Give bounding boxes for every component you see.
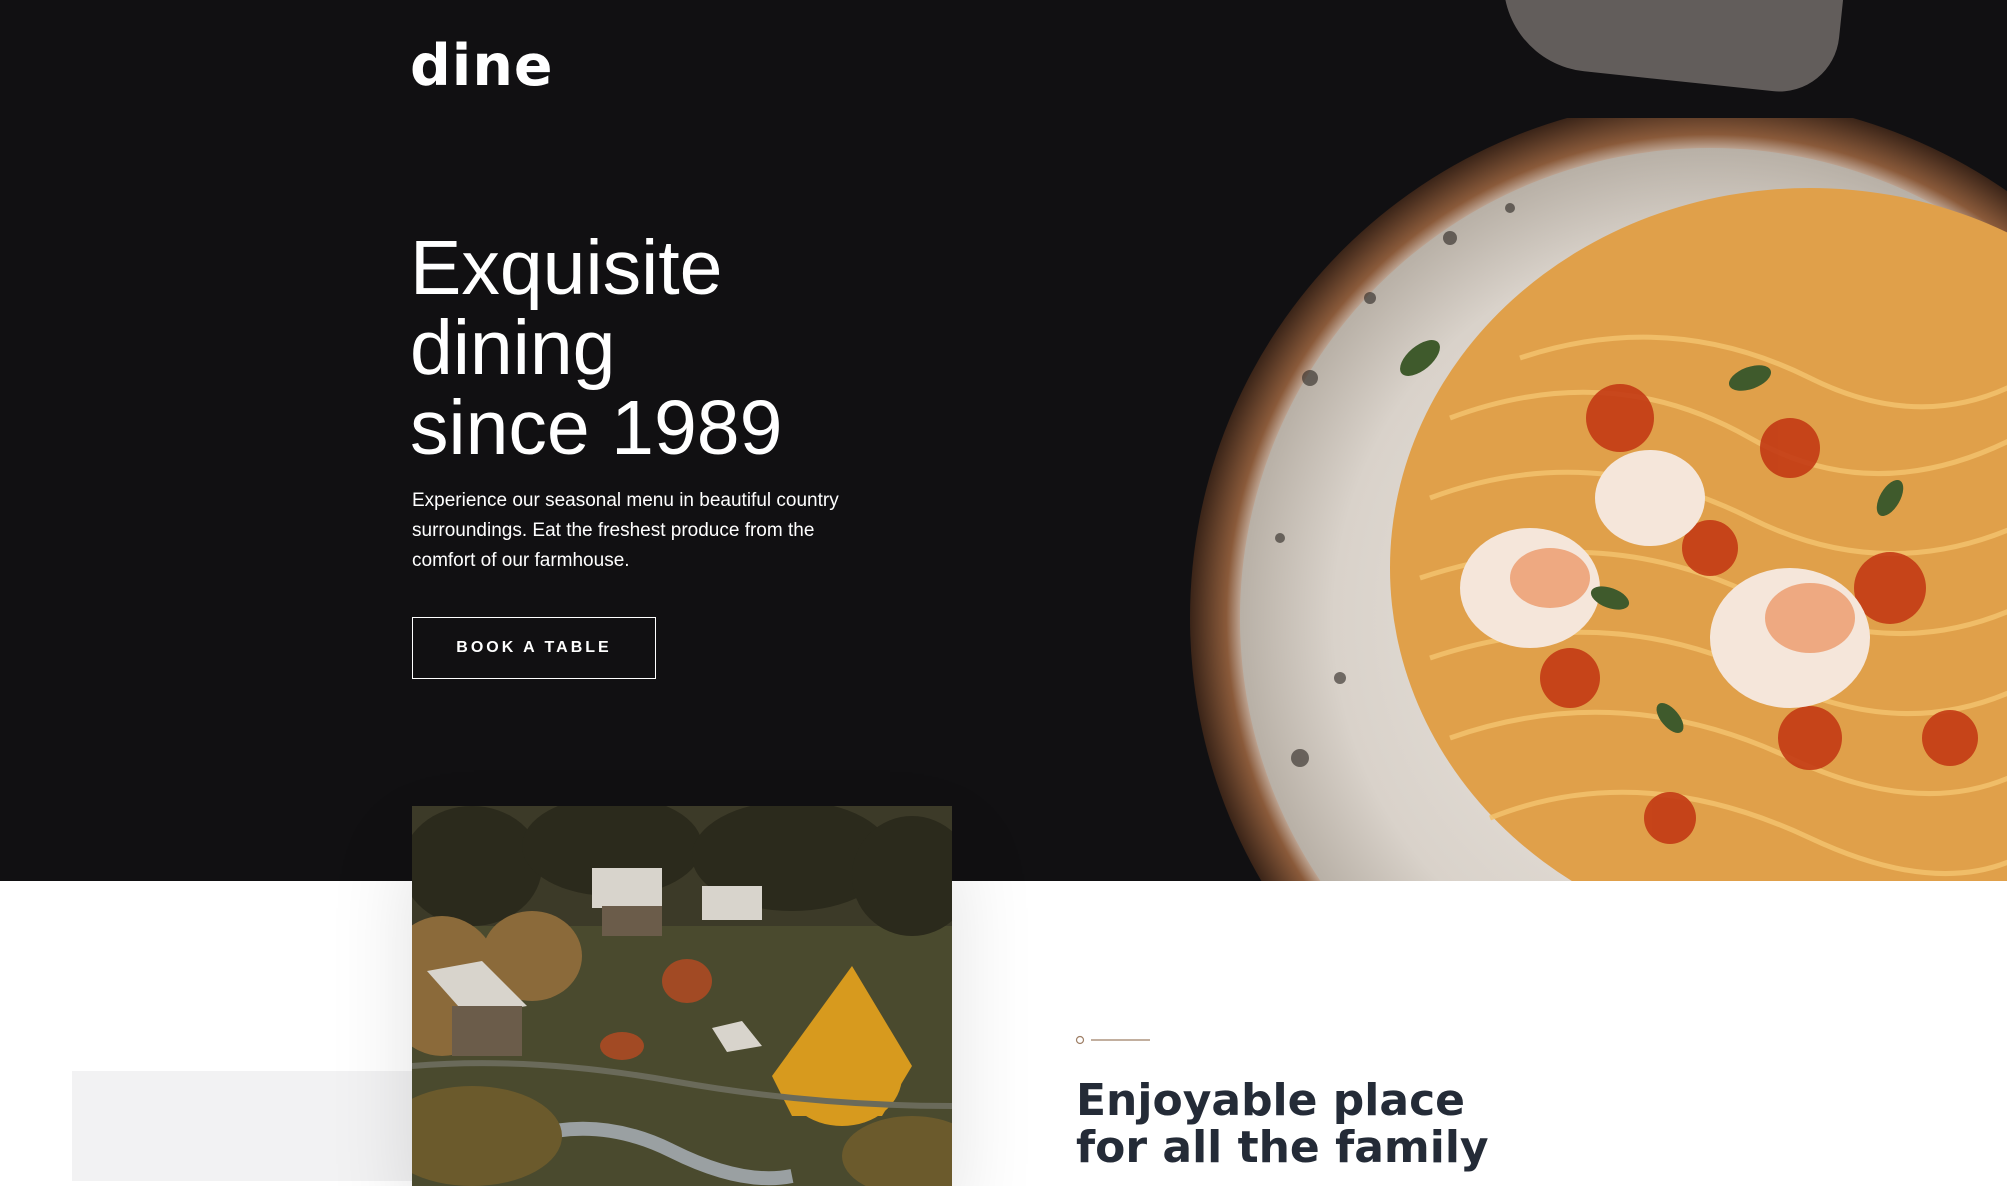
hero-title-line: dining bbox=[410, 305, 616, 391]
hero-title-line: since 1989 bbox=[410, 385, 783, 471]
pasta-plate-image bbox=[1190, 98, 2007, 881]
dine-logo[interactable]: dine bbox=[410, 34, 554, 98]
hero-title: Exquisite dining since 1989 bbox=[410, 228, 930, 468]
decorative-shape bbox=[1494, 0, 1846, 98]
hero-description: Experience our seasonal menu in beautifu… bbox=[412, 490, 839, 571]
village-image bbox=[412, 806, 952, 1186]
book-a-table-button[interactable]: BOOK A TABLE bbox=[412, 617, 656, 679]
section-heading-line: Enjoyable place bbox=[1076, 1075, 1465, 1126]
section-heading: Enjoyable place for all the family bbox=[1076, 1077, 1536, 1171]
hero-section: dine Exquisite dining since 1989 Experie… bbox=[0, 0, 2007, 881]
hero-title-line: Exquisite bbox=[410, 225, 723, 311]
section-heading-line: for all the family bbox=[1076, 1122, 1489, 1173]
section-divider bbox=[1075, 1035, 1150, 1045]
